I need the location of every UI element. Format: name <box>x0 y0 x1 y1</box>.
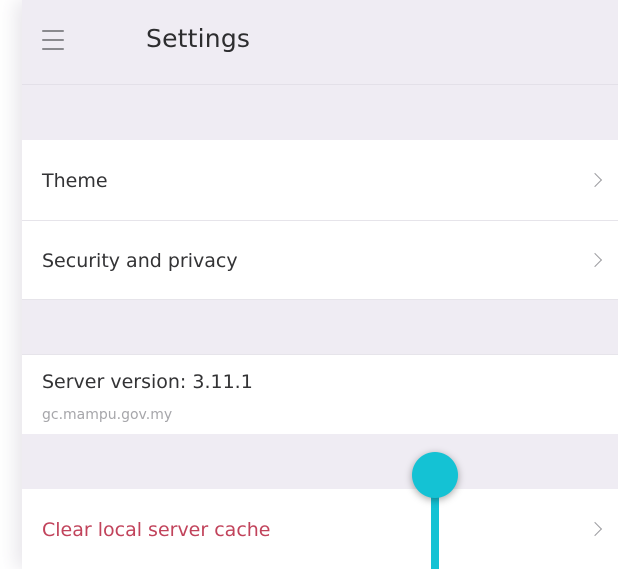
clear-cache-item[interactable]: Clear local server cache <box>22 489 618 569</box>
server-info-item: Server version: 3.11.1 gc.mampu.gov.my <box>22 354 618 435</box>
screen: Settings Theme Security and privacy Serv… <box>0 0 618 569</box>
app-header: Settings <box>22 0 618 85</box>
touch-indicator <box>412 452 458 498</box>
chevron-right-icon <box>587 521 603 537</box>
theme-item[interactable]: Theme <box>22 140 618 221</box>
hamburger-menu-icon[interactable] <box>42 30 64 50</box>
security-privacy-item[interactable]: Security and privacy <box>22 221 618 300</box>
chevron-right-icon <box>587 252 603 268</box>
chevron-right-icon <box>587 172 603 188</box>
section-spacer <box>22 434 618 489</box>
security-privacy-label: Security and privacy <box>42 250 238 272</box>
theme-label: Theme <box>42 170 108 192</box>
section-spacer <box>22 85 618 140</box>
section-spacer <box>22 300 618 354</box>
server-version-label: Server version: 3.11.1 <box>42 371 253 393</box>
page-title: Settings <box>146 24 251 53</box>
touch-indicator-stem <box>431 490 439 569</box>
settings-screen: Settings Theme Security and privacy Serv… <box>22 0 618 569</box>
server-host-label: gc.mampu.gov.my <box>42 407 173 423</box>
clear-cache-label: Clear local server cache <box>42 519 271 541</box>
